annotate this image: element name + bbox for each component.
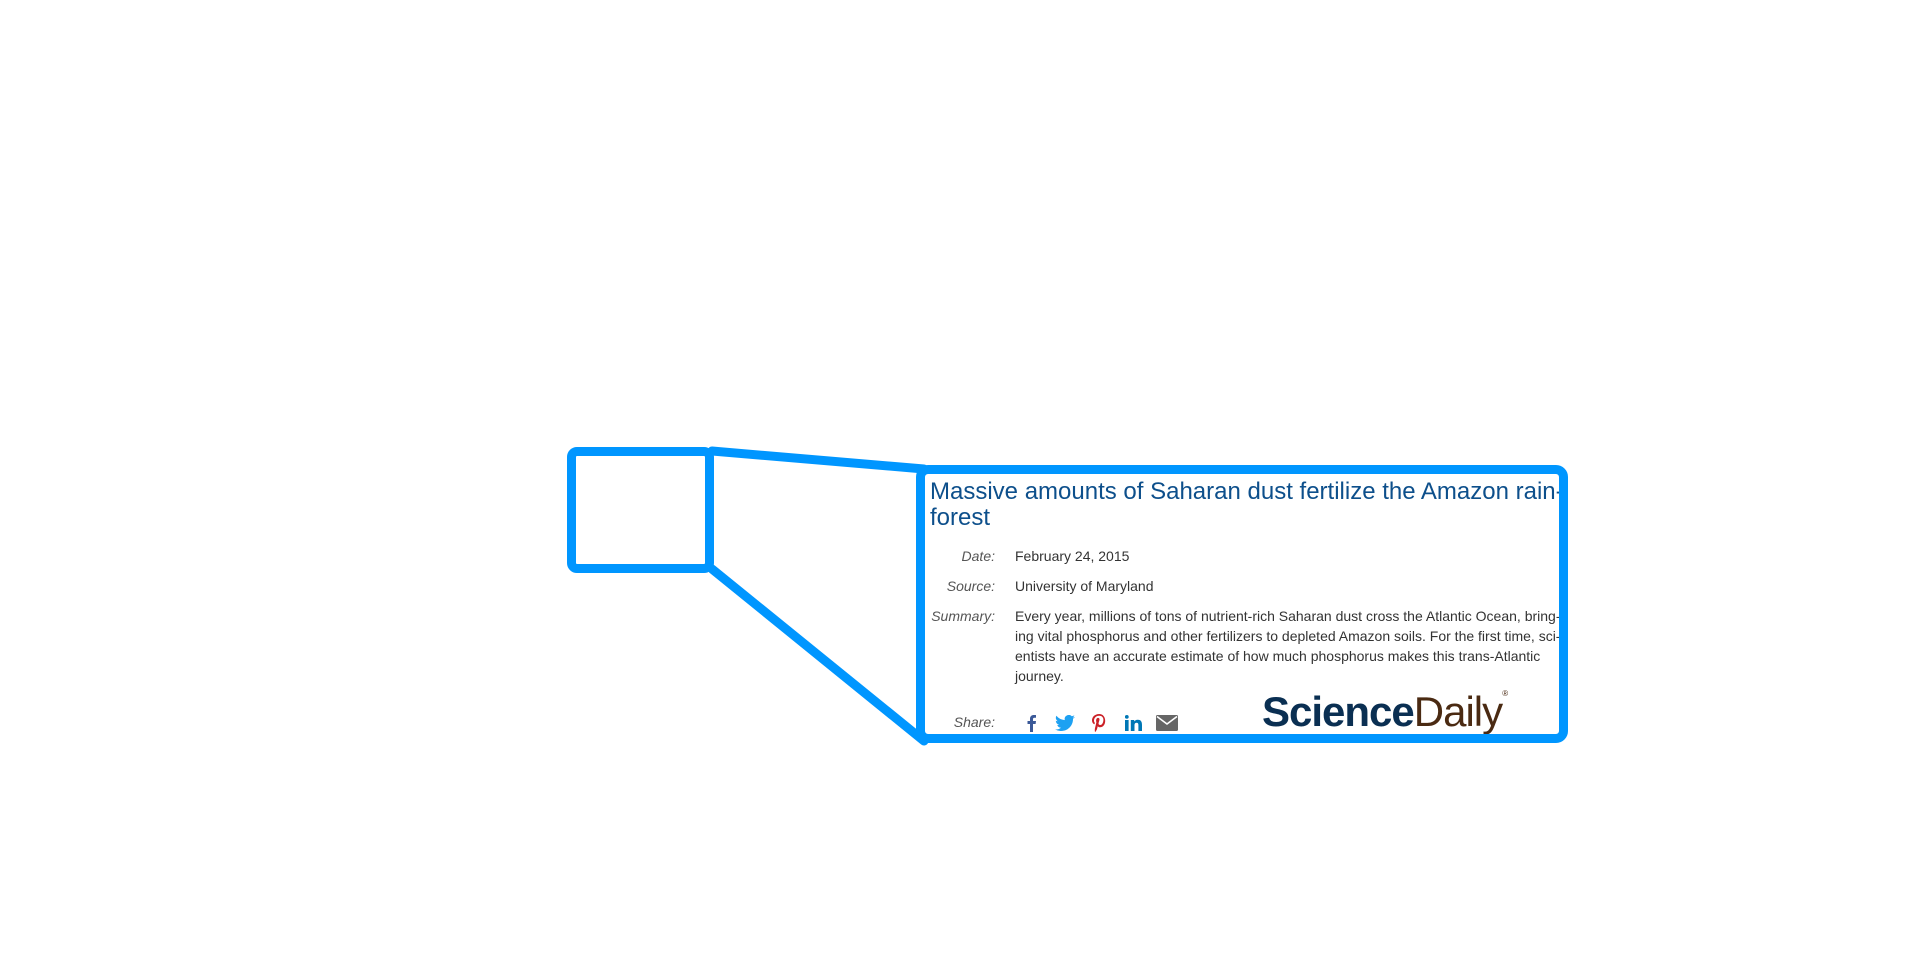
summary-label: Summary: (931, 608, 995, 624)
article-callout-panel: Massive amounts of Saharan dust fertiliz… (916, 465, 1568, 743)
facebook-icon[interactable] (1019, 711, 1043, 734)
share-icons (1019, 711, 1179, 734)
share-label: Share: (953, 714, 995, 730)
twitter-icon[interactable] (1053, 711, 1077, 734)
date-value: February 24, 2015 (1015, 548, 1130, 564)
summary-line: Every year, millions of tons of nutrient… (1015, 608, 1561, 624)
summary-line: entists have an accurate estimate of how… (1015, 648, 1541, 664)
screenshot-stage: Massive amounts of Saharan dust fertiliz… (0, 0, 1920, 960)
headline-line: forest (930, 504, 991, 531)
logo-daily-text: Daily (1413, 688, 1503, 735)
summary-line: ing vital phosphorus and other fertilize… (1015, 628, 1561, 644)
summary-text: Every year, millions of tons of nutrient… (1015, 606, 1561, 686)
source-label: Source: (946, 578, 995, 594)
email-icon[interactable] (1155, 711, 1179, 734)
article-headline[interactable]: Massive amounts of Saharan dust fertiliz… (930, 478, 1564, 531)
logo-registered-mark: ® (1502, 689, 1509, 698)
sciencedaily-logo[interactable]: ScienceDaily ® (1262, 688, 1509, 735)
source-value: University of Maryland (1015, 578, 1154, 594)
zoom-source-box (567, 447, 714, 573)
headline-line: Massive amounts of Saharan dust fertiliz… (930, 478, 1564, 505)
pinterest-icon[interactable] (1087, 711, 1111, 734)
summary-line: journey. (1015, 668, 1064, 684)
logo-science-text: Science (1262, 688, 1415, 735)
linkedin-icon[interactable] (1121, 711, 1145, 734)
date-label: Date: (961, 548, 995, 564)
